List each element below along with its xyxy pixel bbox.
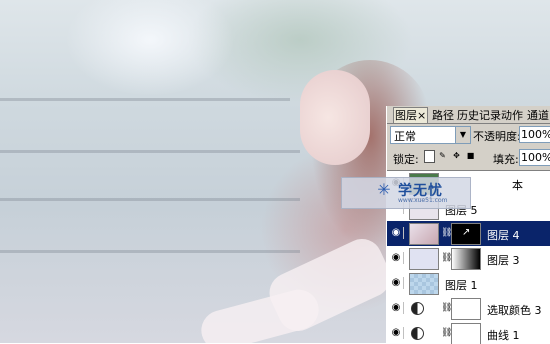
tab-label: 图层 bbox=[395, 109, 417, 122]
adjustment-layer-icon bbox=[411, 327, 424, 340]
lock-paint-icon[interactable]: ✎ bbox=[438, 150, 447, 161]
stair-line bbox=[0, 98, 290, 101]
blend-row: 正常 ▼ 不透明度: 100% bbox=[387, 125, 550, 145]
layer-name: 选取颜色 3 bbox=[487, 304, 542, 317]
layer-name: 图层 3 bbox=[487, 254, 520, 267]
layer-name: 图层 4 bbox=[487, 229, 520, 242]
eye-icon[interactable]: ◉ bbox=[389, 302, 404, 314]
stair-line bbox=[0, 150, 300, 153]
fill-label: 填充: bbox=[493, 153, 519, 166]
blend-mode-select[interactable]: 正常 ▼ bbox=[390, 126, 471, 144]
stair-line bbox=[0, 198, 300, 201]
layer-mask-thumbnail[interactable] bbox=[451, 248, 481, 270]
lock-label: 锁定: bbox=[393, 153, 419, 166]
tab-actions[interactable]: 动作 bbox=[500, 108, 524, 123]
adjustment-layer-icon bbox=[411, 302, 424, 315]
lock-all-icon[interactable]: ■ bbox=[466, 150, 475, 161]
subject-arm bbox=[196, 285, 324, 343]
layer-mask-thumbnail[interactable] bbox=[451, 323, 481, 344]
layer-thumbnail bbox=[409, 248, 439, 270]
eye-icon[interactable]: ◉ bbox=[389, 227, 404, 239]
blend-mode-value: 正常 bbox=[394, 130, 416, 143]
stair-line bbox=[0, 250, 300, 253]
layer-mask-thumbnail[interactable] bbox=[451, 298, 481, 320]
layer-row-selected[interactable]: ◉ ⛓ ↗ 图层 4 bbox=[387, 221, 550, 247]
opacity-label: 不透明度: bbox=[473, 130, 521, 143]
layers-panel: 图层× 路径 历史记录 动作 通道 正常 ▼ 不透明度: 100% 锁定: ✎ … bbox=[386, 106, 550, 344]
tab-channels[interactable]: 通道 bbox=[526, 108, 550, 123]
layer-thumbnail bbox=[409, 273, 439, 295]
tab-paths[interactable]: 路径 bbox=[431, 108, 455, 123]
layer-row[interactable]: ◉ 图层 1 bbox=[387, 271, 550, 297]
layer-row[interactable]: ◉ ⛓ 曲线 1 bbox=[387, 321, 550, 344]
layer-name: 本 bbox=[512, 179, 523, 192]
lock-row: 锁定: ✎ ✥ ■ 填充: 100% bbox=[387, 148, 550, 168]
panel-tabs: 图层× 路径 历史记录 动作 通道 bbox=[387, 106, 550, 124]
layer-name: 图层 1 bbox=[445, 279, 478, 292]
subject-face bbox=[300, 70, 370, 165]
layer-row[interactable]: ◉ ⛓ 选取颜色 3 bbox=[387, 296, 550, 322]
chevron-down-icon[interactable]: ▼ bbox=[455, 127, 470, 143]
layer-mask-thumbnail[interactable]: ↗ bbox=[451, 223, 481, 245]
eye-icon[interactable]: ◉ bbox=[389, 277, 404, 289]
layer-row[interactable]: ◉ ⛓ 图层 3 bbox=[387, 246, 550, 272]
tab-close-icon[interactable]: × bbox=[417, 109, 426, 122]
watermark: ✳ 学无忧 www.xue51.com bbox=[341, 177, 471, 209]
lock-transparent-icon[interactable] bbox=[424, 150, 435, 163]
layer-thumbnail bbox=[409, 223, 439, 245]
fill-input[interactable]: 100% bbox=[519, 149, 550, 166]
lock-move-icon[interactable]: ✥ bbox=[452, 150, 461, 161]
watermark-url: www.xue51.com bbox=[398, 197, 448, 204]
logo-icon: ✳ bbox=[377, 180, 391, 199]
eye-icon[interactable]: ◉ bbox=[389, 252, 404, 264]
opacity-input[interactable]: 100% bbox=[519, 126, 550, 143]
layer-name: 曲线 1 bbox=[487, 329, 520, 342]
tab-history[interactable]: 历史记录 bbox=[456, 108, 502, 123]
eye-icon[interactable]: ◉ bbox=[389, 327, 404, 339]
tab-layers[interactable]: 图层× bbox=[393, 107, 429, 123]
